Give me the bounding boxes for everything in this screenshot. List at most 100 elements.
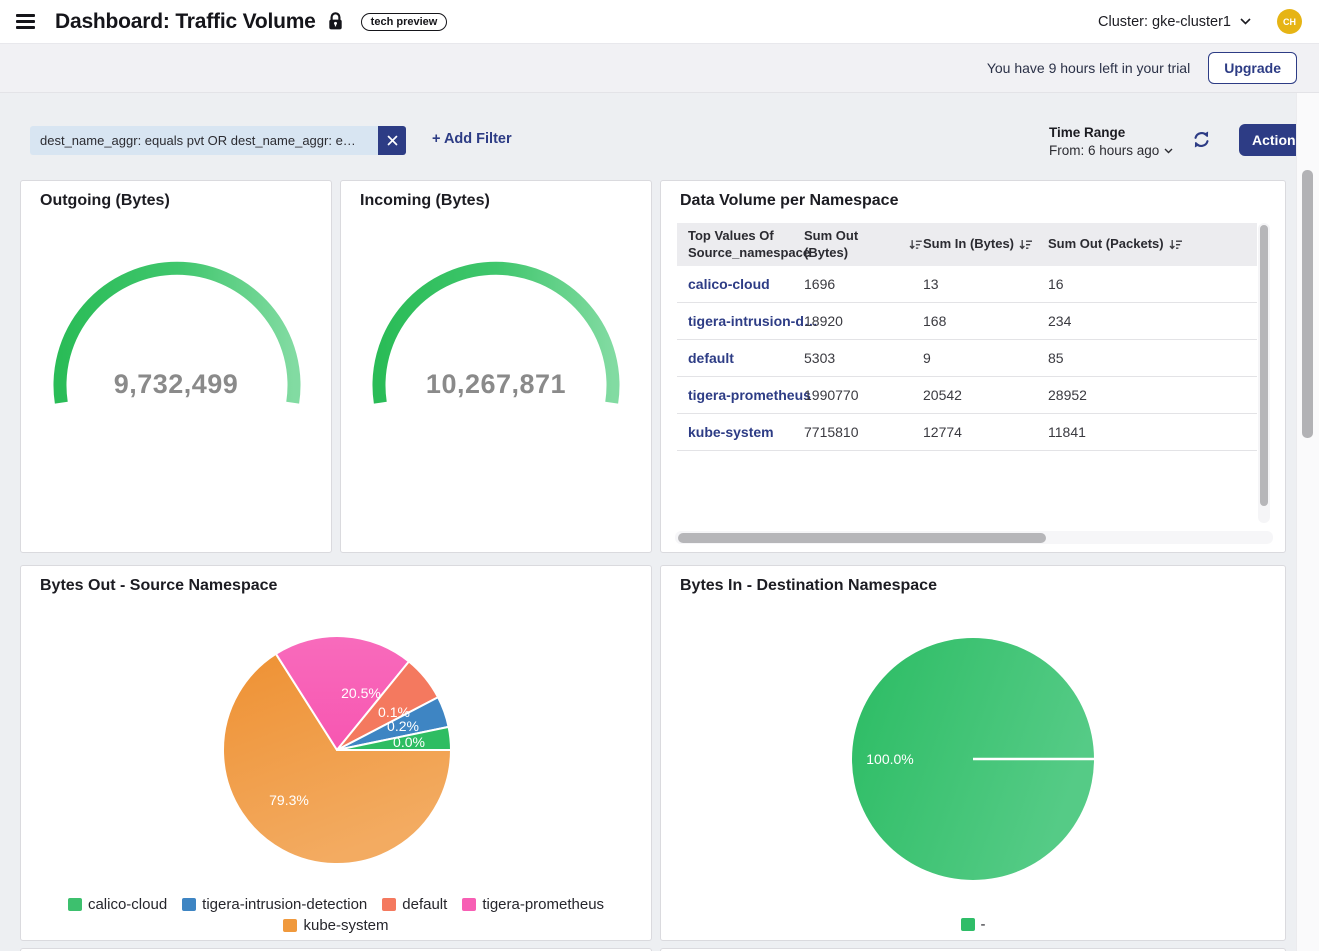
legend-swatch (961, 918, 975, 931)
page-title: Dashboard: Traffic Volume (55, 10, 316, 34)
sum-out-bytes-cell: 1696 (804, 276, 923, 292)
legend-swatch (462, 898, 476, 911)
scrollbar-thumb[interactable] (678, 533, 1046, 543)
legend-swatch (283, 919, 297, 932)
time-range-label: Time Range (1049, 125, 1173, 140)
column-header-source-namespace[interactable]: Top Values Of Source_namespace (677, 228, 804, 261)
table-row: kube-system 7715810 12774 11841 (677, 414, 1257, 451)
pie-legend: calico-cloud tigera-intrusion-detection … (21, 896, 651, 913)
sum-out-packets-cell: 234 (1048, 313, 1257, 329)
time-range-selector[interactable]: From: 6 hours ago (1049, 143, 1173, 158)
card-title: Bytes In - Destination Namespace (680, 577, 937, 595)
sum-out-bytes-cell: 1990770 (804, 387, 923, 403)
scrollbar-thumb[interactable] (1260, 225, 1268, 506)
pie-legend-row2: kube-system (21, 917, 651, 934)
table-header-row: Top Values Of Source_namespace Sum Out (… (677, 223, 1257, 266)
trial-message: You have 9 hours left in your trial (987, 60, 1190, 76)
sum-in-bytes-cell: 20542 (923, 387, 1048, 403)
add-filter-button[interactable]: + Add Filter (432, 131, 512, 147)
pie-label-calico-cloud: 0.0% (393, 734, 425, 750)
tech-preview-badge: tech preview (361, 13, 448, 31)
table-horizontal-scrollbar (675, 531, 1273, 544)
pie-legend: - (661, 916, 1285, 933)
sum-out-bytes-cell: 18920 (804, 313, 923, 329)
avatar-initials: CH (1283, 17, 1296, 27)
namespace-link[interactable]: tigera-prometheus (677, 387, 804, 403)
sum-in-bytes-cell: 13 (923, 276, 1048, 292)
menu-button[interactable] (10, 5, 41, 39)
sum-out-bytes-cell: 5303 (804, 350, 923, 366)
namespace-table: Top Values Of Source_namespace Sum Out (… (677, 223, 1257, 523)
table-row: tigera-intrusion-d… 18920 168 234 (677, 303, 1257, 340)
sum-in-bytes-cell: 12774 (923, 424, 1048, 440)
legend-item-tigera-prometheus[interactable]: tigera-prometheus (462, 896, 604, 913)
close-icon (387, 135, 398, 146)
chevron-down-icon (1240, 18, 1251, 25)
chevron-down-icon (1164, 148, 1173, 154)
column-header-sum-in-bytes[interactable]: Sum In (Bytes) (923, 236, 1048, 252)
sum-out-packets-cell: 16 (1048, 276, 1257, 292)
legend-item-calico-cloud[interactable]: calico-cloud (68, 896, 167, 913)
sum-out-packets-cell: 85 (1048, 350, 1257, 366)
namespace-link[interactable]: tigera-intrusion-d… (677, 313, 804, 329)
filter-chip-text[interactable]: dest_name_aggr: equals pvt OR dest_name_… (30, 126, 378, 155)
gauge-arc (341, 181, 653, 554)
filter-chip[interactable]: dest_name_aggr: equals pvt OR dest_name_… (30, 126, 406, 155)
dashboard-page: Dashboard: Traffic Volume tech preview C… (0, 0, 1319, 951)
sort-amount-icon[interactable] (1169, 239, 1183, 251)
page-vertical-scrollbar (1296, 93, 1319, 951)
gauge-value: 9,732,499 (21, 369, 331, 400)
refresh-button[interactable] (1191, 129, 1212, 153)
legend-swatch (382, 898, 396, 911)
sort-amount-icon[interactable] (909, 239, 923, 251)
legend-item-kube-system[interactable]: kube-system (283, 917, 388, 934)
gauge-value: 10,267,871 (341, 369, 651, 400)
sort-amount-icon[interactable] (1019, 239, 1033, 251)
sum-out-packets-cell: 28952 (1048, 387, 1257, 403)
sum-in-bytes-cell: 9 (923, 350, 1048, 366)
hamburger-icon (16, 14, 35, 29)
trial-bar: You have 9 hours left in your trial Upgr… (0, 44, 1319, 93)
card-title: Data Volume per Namespace (680, 192, 898, 210)
time-range-value: From: 6 hours ago (1049, 143, 1159, 158)
legend-item-default[interactable]: default (382, 896, 447, 913)
column-header-sum-out-bytes[interactable]: Sum Out (Bytes) (804, 228, 923, 261)
incoming-bytes-card: Incoming (Bytes) 10,267,871 (340, 180, 652, 553)
gauge-arc (21, 181, 333, 554)
sum-out-bytes-cell: 7715810 (804, 424, 923, 440)
lock-icon (328, 12, 343, 31)
outgoing-bytes-card: Outgoing (Bytes) 9,732,499 (20, 180, 332, 553)
time-range: Time Range From: 6 hours ago (1049, 125, 1173, 158)
namespace-link[interactable]: kube-system (677, 424, 804, 440)
table-row: calico-cloud 1696 13 16 (677, 266, 1257, 303)
sum-in-bytes-cell: 168 (923, 313, 1048, 329)
table-vertical-scrollbar (1258, 223, 1270, 523)
pie-label-tigera-prometheus: 20.5% (341, 685, 381, 701)
bytes-out-pie-chart (217, 630, 457, 870)
pie-label-kube-system: 79.3% (269, 792, 309, 808)
legend-item-tigera-intrusion-detection[interactable]: tigera-intrusion-detection (182, 896, 367, 913)
table-row: tigera-prometheus 1990770 20542 28952 (677, 377, 1257, 414)
namespace-link[interactable]: default (677, 350, 804, 366)
pie-label-100: 100.0% (866, 751, 913, 767)
upgrade-button[interactable]: Upgrade (1208, 52, 1297, 84)
card-title: Bytes Out - Source Namespace (40, 577, 277, 595)
legend-item-dash[interactable]: - (961, 916, 986, 933)
pie-label-tigera-intrusion: 0.2% (387, 718, 419, 734)
scrollbar-thumb[interactable] (1302, 170, 1313, 438)
cluster-label: Cluster: gke-cluster1 (1098, 14, 1231, 30)
bytes-out-pie-card: Bytes Out - Source Namespace 20.5% 0.1% … (20, 565, 652, 941)
cluster-selector[interactable]: Cluster: gke-cluster1 (1098, 14, 1251, 30)
remove-filter-button[interactable] (378, 126, 406, 155)
avatar[interactable]: CH (1277, 9, 1302, 34)
refresh-icon (1191, 129, 1212, 150)
data-volume-table-card: Data Volume per Namespace Top Values Of … (660, 180, 1286, 553)
sum-out-packets-cell: 11841 (1048, 424, 1257, 440)
bytes-in-pie-card: Bytes In - Destination Namespace 100.0% … (660, 565, 1286, 941)
column-header-sum-out-packets[interactable]: Sum Out (Packets) (1048, 236, 1257, 252)
legend-swatch (182, 898, 196, 911)
app-header: Dashboard: Traffic Volume tech preview C… (0, 0, 1319, 44)
table-row: default 5303 9 85 (677, 340, 1257, 377)
namespace-link[interactable]: calico-cloud (677, 276, 804, 292)
legend-swatch (68, 898, 82, 911)
